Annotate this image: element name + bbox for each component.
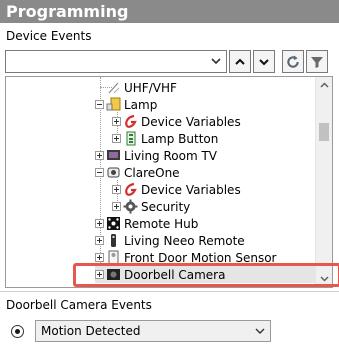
move-down-button[interactable] bbox=[253, 50, 275, 73]
expand-toggle[interactable] bbox=[95, 270, 104, 279]
scroll-thumb[interactable] bbox=[319, 123, 329, 141]
collapse-toggle[interactable] bbox=[95, 168, 104, 177]
scroll-up-button[interactable] bbox=[316, 77, 332, 94]
hub-icon bbox=[106, 216, 121, 231]
tree-item-device-variables-2[interactable]: Device Variables bbox=[112, 181, 241, 198]
chevron-down-icon bbox=[320, 276, 329, 282]
chevron-down-icon[interactable] bbox=[209, 54, 223, 68]
chevron-up-icon bbox=[320, 82, 329, 88]
refresh-button[interactable] bbox=[282, 50, 304, 73]
device-events-tree[interactable]: UHF/VHF Lamp Device Variables Lamp Butto… bbox=[5, 76, 333, 288]
tree-item-front-door-motion-sensor[interactable]: Front Door Motion Sensor bbox=[95, 249, 276, 266]
camera-device-icon bbox=[106, 165, 121, 180]
device-events-label: Device Events bbox=[6, 29, 92, 43]
move-up-button[interactable] bbox=[229, 50, 251, 73]
expand-toggle[interactable] bbox=[112, 117, 121, 126]
tv-icon bbox=[106, 148, 121, 163]
tree-item-label: Remote Hub bbox=[124, 216, 199, 231]
tree-item-label: Front Door Motion Sensor bbox=[124, 250, 277, 265]
chevron-down-icon bbox=[255, 328, 265, 334]
variables-icon bbox=[123, 114, 138, 129]
filter-icon bbox=[311, 56, 323, 68]
gear-icon bbox=[123, 199, 138, 214]
tree-item-lamp[interactable]: Lamp bbox=[95, 96, 157, 113]
tree-item-security[interactable]: Security bbox=[112, 198, 190, 215]
lamp-icon bbox=[106, 97, 121, 112]
button-icon bbox=[123, 131, 138, 146]
tree-item-doorbell-camera[interactable]: Doorbell Camera bbox=[95, 266, 315, 283]
expand-toggle[interactable] bbox=[112, 185, 121, 194]
tree-item-label: Doorbell Camera bbox=[124, 267, 226, 282]
scroll-down-button[interactable] bbox=[316, 270, 332, 287]
antenna-icon bbox=[106, 80, 121, 95]
expand-toggle[interactable] bbox=[95, 253, 104, 262]
variables-icon bbox=[123, 182, 138, 197]
doorbell-camera-icon bbox=[106, 267, 121, 282]
tree-item-label: Device Variables bbox=[141, 114, 241, 129]
doorbell-events-label: Doorbell Camera Events bbox=[6, 298, 152, 312]
expand-toggle[interactable] bbox=[95, 151, 104, 160]
collapse-toggle[interactable] bbox=[95, 100, 104, 109]
tree-item-label: ClareOne bbox=[124, 165, 180, 180]
chevron-down-icon bbox=[259, 58, 269, 65]
device-search-combo[interactable] bbox=[5, 50, 227, 73]
sensor-icon bbox=[106, 250, 121, 265]
tree-item-label: Lamp bbox=[124, 97, 158, 112]
event-radio-button[interactable] bbox=[11, 325, 24, 338]
event-select-value: Motion Detected bbox=[41, 324, 141, 338]
expand-toggle[interactable] bbox=[112, 202, 121, 211]
tree-item-label: Lamp Button bbox=[141, 131, 219, 146]
tree-scrollbar[interactable] bbox=[315, 77, 332, 287]
expand-toggle[interactable] bbox=[112, 134, 121, 143]
expand-toggle[interactable] bbox=[95, 236, 104, 245]
section-divider bbox=[0, 291, 339, 292]
tree-item-clareone[interactable]: ClareOne bbox=[95, 164, 180, 181]
event-select[interactable]: Motion Detected bbox=[35, 320, 271, 342]
panel-title: Programming bbox=[6, 2, 129, 21]
chevron-up-icon bbox=[235, 58, 245, 65]
filter-button[interactable] bbox=[306, 50, 328, 73]
tree-item-uhf-vhf[interactable]: UHF/VHF bbox=[95, 79, 177, 96]
remote-icon bbox=[106, 233, 121, 248]
refresh-icon bbox=[287, 54, 299, 68]
panel-title-bar: Programming bbox=[0, 0, 339, 23]
tree-item-label: Living Neeo Remote bbox=[124, 233, 245, 248]
tree-item-label: Living Room TV bbox=[124, 148, 218, 163]
tree-item-label: Device Variables bbox=[141, 182, 241, 197]
tree-item-remote-hub[interactable]: Remote Hub bbox=[95, 215, 198, 232]
tree-item-living-neeo-remote[interactable]: Living Neeo Remote bbox=[95, 232, 245, 249]
tree-item-label: UHF/VHF bbox=[124, 80, 177, 95]
expand-toggle[interactable] bbox=[95, 219, 104, 228]
tree-item-lamp-button[interactable]: Lamp Button bbox=[112, 130, 218, 147]
tree-item-label: Security bbox=[141, 199, 191, 214]
tree-item-living-room-tv[interactable]: Living Room TV bbox=[95, 147, 217, 164]
tree-item-device-variables[interactable]: Device Variables bbox=[112, 113, 241, 130]
